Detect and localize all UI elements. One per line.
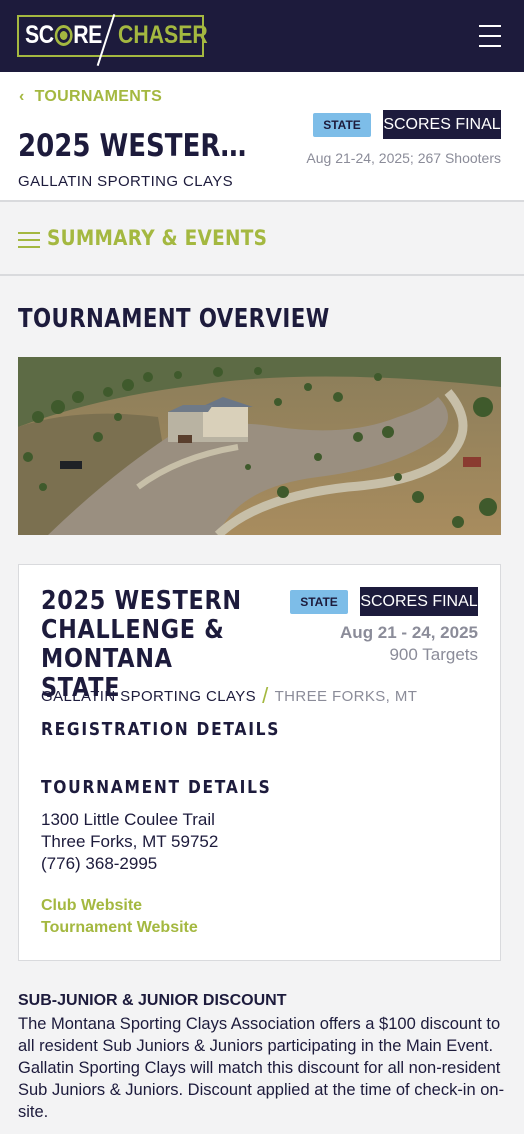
tournament-detail-card: 2025 WESTERN CHALLENGE & MONTANA STATE S… bbox=[18, 564, 501, 961]
venue-city: THREE FORKS, MT bbox=[274, 688, 418, 705]
tournament-website-link[interactable]: Tournament Website bbox=[41, 919, 198, 937]
tournament-dates: Aug 21 - 24, 2025 bbox=[340, 623, 478, 642]
page-title: 2025 WESTERN CHAL… bbox=[18, 128, 253, 164]
tournament-header: ‹ TOURNAMENTS STATE SCORES FINAL 2025 WE… bbox=[0, 72, 524, 202]
list-menu-icon bbox=[18, 232, 40, 248]
address-line-1: 1300 Little Coulee Trail bbox=[41, 810, 215, 829]
card-state-badge: STATE bbox=[290, 590, 348, 614]
back-link-label: TOURNAMENTS bbox=[34, 88, 163, 105]
discount-heading: SUB-JUNIOR & JUNIOR DISCOUNT bbox=[18, 992, 287, 1009]
summary-events-toggle[interactable]: SUMMARY & EVENTS bbox=[0, 203, 524, 276]
back-to-tournaments-link[interactable]: ‹ TOURNAMENTS bbox=[19, 88, 162, 106]
address-line-2: Three Forks, MT 59752 bbox=[41, 832, 219, 851]
summary-events-label: SUMMARY & EVENTS bbox=[47, 226, 268, 250]
target-count: 900 Targets bbox=[389, 645, 478, 664]
target-icon bbox=[54, 25, 73, 46]
venue-address: 1300 Little Coulee Trail Three Forks, MT… bbox=[41, 809, 218, 875]
logo-score-text: SC RE bbox=[25, 21, 102, 49]
registration-details-heading: REGISTRATION DETAILS bbox=[41, 719, 281, 740]
logo-chaser-text: CHASER bbox=[118, 21, 208, 49]
top-navbar: SC RE CHASER bbox=[0, 0, 524, 72]
discount-body: The Montana Sporting Clays Association o… bbox=[18, 1015, 505, 1121]
venue-name: GALLATIN SPORTING CLAYS bbox=[41, 688, 257, 705]
chevron-left-icon: ‹ bbox=[19, 88, 25, 105]
section-title-overview: TOURNAMENT OVERVIEW bbox=[18, 304, 330, 334]
venue-separator: / bbox=[262, 683, 269, 708]
club-website-link[interactable]: Club Website bbox=[41, 897, 142, 915]
phone-number[interactable]: (776) 368-2995 bbox=[41, 853, 218, 875]
venue-name: GALLATIN SPORTING CLAYS bbox=[18, 173, 234, 190]
score-chaser-logo[interactable]: SC RE CHASER bbox=[17, 14, 208, 66]
tournament-details-heading: TOURNAMENT DETAILS bbox=[41, 777, 272, 798]
card-venue: GALLATIN SPORTING CLAYS / THREE FORKS, MT bbox=[41, 683, 417, 709]
scores-final-badge: SCORES FINAL bbox=[383, 110, 501, 139]
hamburger-menu-icon[interactable] bbox=[479, 25, 501, 47]
state-badge: STATE bbox=[313, 113, 371, 137]
tournament-meta: Aug 21-24, 2025; 267 Shooters bbox=[306, 150, 501, 166]
card-scores-final-badge: SCORES FINAL bbox=[360, 587, 478, 616]
venue-aerial-photo bbox=[18, 357, 501, 535]
